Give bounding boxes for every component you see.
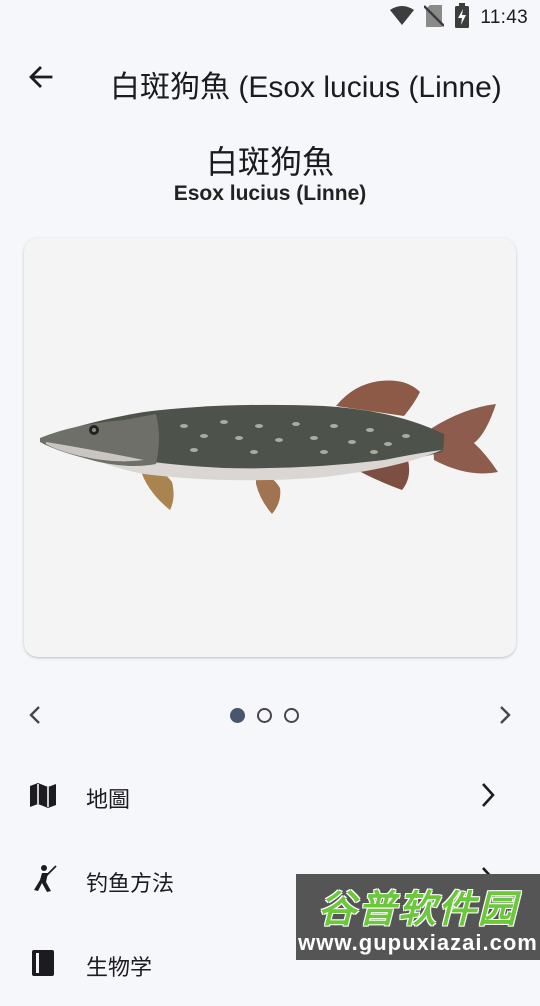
chevron-right-icon — [497, 705, 513, 730]
fish-image-card[interactable] — [24, 238, 516, 657]
page-dot-2[interactable] — [257, 708, 272, 723]
no-sim-icon — [423, 4, 446, 33]
battery-charging-icon — [454, 2, 470, 34]
fish-illustration — [40, 380, 498, 514]
status-time: 11:43 — [480, 7, 528, 28]
app-bar: 白斑狗魚 (Esox lucius (Linne) — [0, 44, 540, 114]
chevron-right-icon — [476, 778, 500, 812]
menu-item-map[interactable]: 地圖 — [0, 754, 540, 838]
watermark-logo: 谷普软件园 www.gupuxiazai.com — [296, 874, 540, 960]
carousel-next-button[interactable] — [490, 702, 520, 732]
menu-label-fishing-method: 钓鱼方法 — [86, 871, 175, 896]
chevron-left-icon — [27, 705, 43, 730]
status-icons: 11:43 — [390, 2, 528, 34]
arrow-back-icon — [27, 63, 55, 96]
status-bar: 11:43 — [0, 0, 540, 36]
watermark-title: 谷普软件园 — [317, 889, 518, 931]
page-dot-3[interactable] — [284, 708, 299, 723]
page-dot-1[interactable] — [230, 708, 245, 723]
species-name-latin: Esox lucius (Linne) — [173, 182, 367, 205]
menu-label-map: 地圖 — [86, 787, 131, 812]
carousel-nav — [0, 694, 540, 740]
carousel-prev-button[interactable] — [20, 702, 50, 732]
fishing-person-icon — [26, 862, 60, 896]
menu-label-biology: 生物学 — [86, 955, 153, 980]
app-bar-title: 白斑狗魚 (Esox lucius (Linne) — [110, 71, 502, 104]
watermark-url: www.gupuxiazai.com — [298, 930, 538, 955]
back-button[interactable] — [18, 56, 64, 102]
page-indicator — [230, 708, 299, 723]
map-icon — [26, 778, 60, 812]
wifi-icon — [390, 5, 415, 31]
species-name-cn: 白斑狗魚 — [205, 144, 334, 180]
book-icon — [26, 946, 60, 980]
